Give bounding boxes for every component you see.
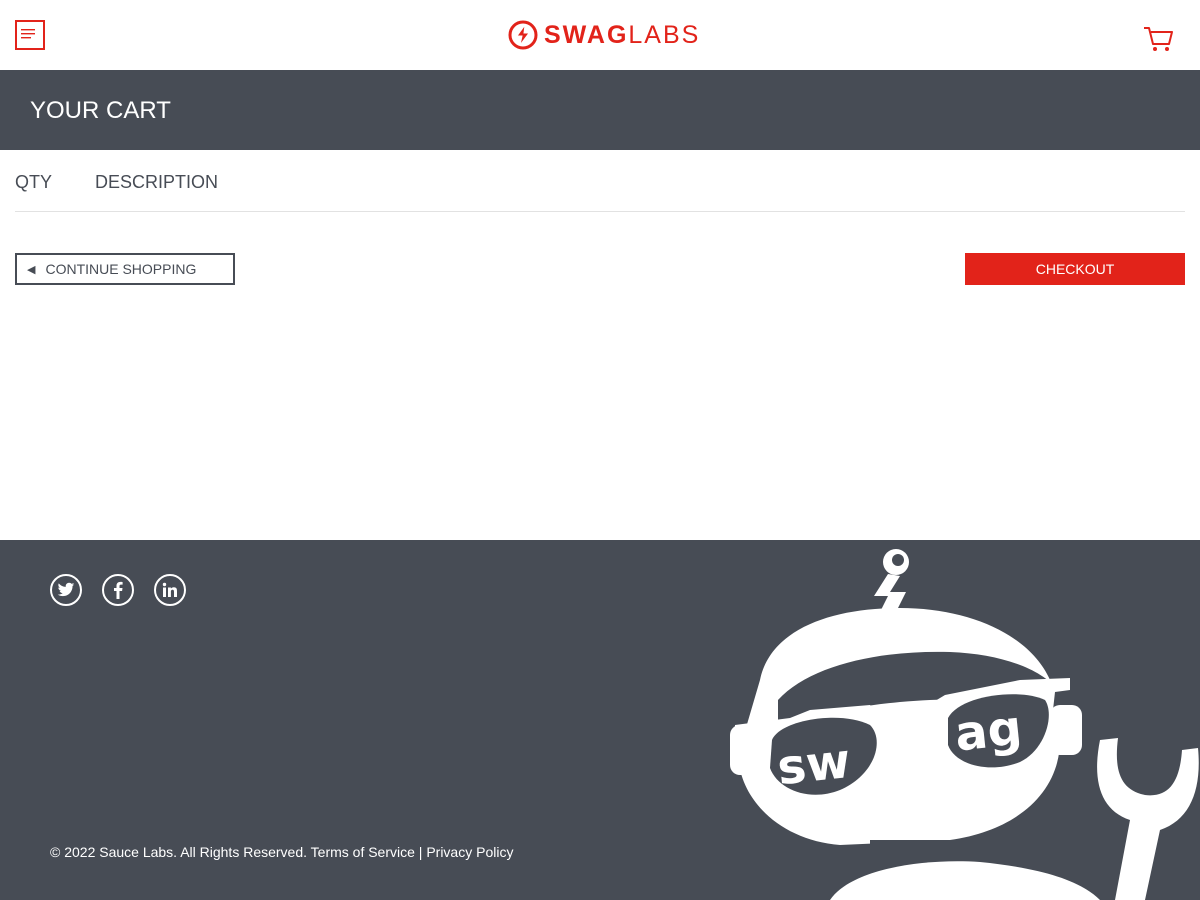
shopping-cart-button[interactable] (1142, 24, 1174, 56)
footer: © 2022 Sauce Labs. All Rights Reserved. … (0, 540, 1200, 900)
facebook-icon (114, 581, 123, 599)
logo-text: SWAGLABS (544, 20, 700, 50)
back-arrow-icon: ◀ (27, 263, 36, 276)
logo-text-light: LABS (628, 21, 701, 49)
twitter-icon (57, 582, 75, 597)
facebook-link[interactable] (102, 574, 134, 606)
bolt-logo-icon (508, 20, 538, 50)
linkedin-icon (162, 582, 177, 597)
menu-button[interactable] (15, 20, 45, 50)
twitter-link[interactable] (50, 574, 82, 606)
logo-text-bold: SWAG (544, 21, 629, 49)
qty-column-label: QTY (15, 172, 53, 192)
page-title: YOUR CART (30, 97, 171, 124)
shopping-cart-icon (1144, 27, 1173, 51)
cart-list-header: QTY DESCRIPTION (15, 150, 1185, 212)
swag-robot-mascot: sw ag (730, 549, 1199, 900)
continue-shopping-label: CONTINUE SHOPPING (45, 261, 197, 277)
mascot-text-ag: ag (952, 700, 1024, 763)
continue-shopping-button[interactable]: ◀ CONTINUE SHOPPING (15, 253, 235, 285)
checkout-label: CHECKOUT (1035, 261, 1115, 277)
top-header: SWAGLABS (0, 0, 1200, 70)
cart-page: SWAGLABS YOUR CART QTY DESCRIPTION ◀ CON… (0, 0, 1200, 900)
copyright-text: © 2022 Sauce Labs. All Rights Reserved. … (50, 844, 514, 860)
swag-labs-logo: SWAGLABS (508, 20, 700, 50)
checkout-button[interactable]: CHECKOUT (965, 253, 1185, 285)
title-bar: YOUR CART (0, 70, 1200, 150)
description-column-label: DESCRIPTION (95, 172, 219, 192)
mascot-text-sw: sw (775, 733, 853, 796)
hamburger-menu-icon (21, 29, 35, 39)
linkedin-link[interactable] (154, 574, 186, 606)
